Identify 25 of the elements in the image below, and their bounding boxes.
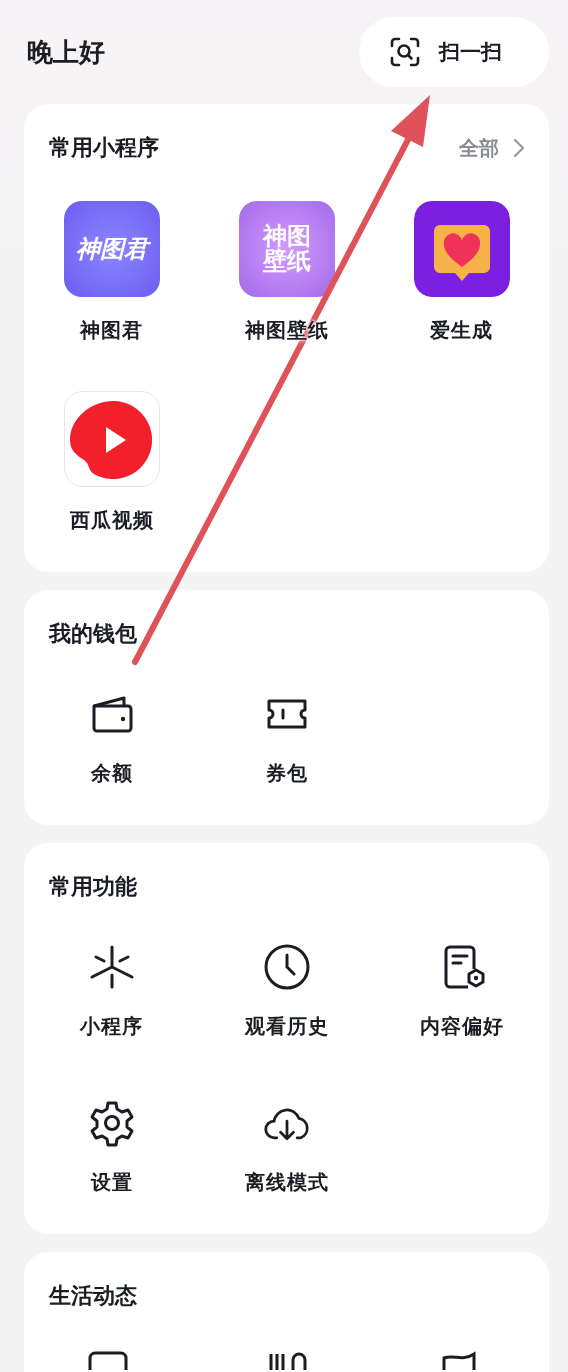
section-title: 常用小程序 xyxy=(49,134,160,162)
scan-button[interactable]: 扫一扫 xyxy=(359,17,549,87)
greeting: 晚上好 xyxy=(27,35,105,69)
all-link[interactable]: 全部 xyxy=(459,134,499,162)
heart-app-icon[interactable] xyxy=(413,201,510,297)
item-label: 内容偏好 xyxy=(419,1013,504,1040)
app-label: 神图君 xyxy=(80,317,143,344)
item-label: 券包 xyxy=(265,760,308,787)
app-icon[interactable]: 神图 壁纸 xyxy=(238,201,335,297)
item-label: 小程序 xyxy=(80,1013,143,1040)
app-label: 爱生成 xyxy=(430,317,493,344)
item-label: 余额 xyxy=(90,760,133,787)
app-label: 西瓜视频 xyxy=(69,507,154,534)
clock-icon[interactable] xyxy=(262,943,311,991)
section-title: 常用功能 xyxy=(49,873,138,901)
section-title: 生活动态 xyxy=(49,1282,138,1310)
chevron-right-icon xyxy=(513,138,525,158)
section-title: 我的钱包 xyxy=(49,620,138,648)
app-icon[interactable]: 神图君 xyxy=(63,201,160,297)
sparkle-icon[interactable] xyxy=(87,943,136,991)
item-label: 设置 xyxy=(90,1169,133,1196)
item-label: 观看历史 xyxy=(244,1013,329,1040)
play-app-icon[interactable] xyxy=(63,391,160,487)
item-label: 离线模式 xyxy=(244,1169,329,1196)
scan-icon xyxy=(389,36,421,68)
